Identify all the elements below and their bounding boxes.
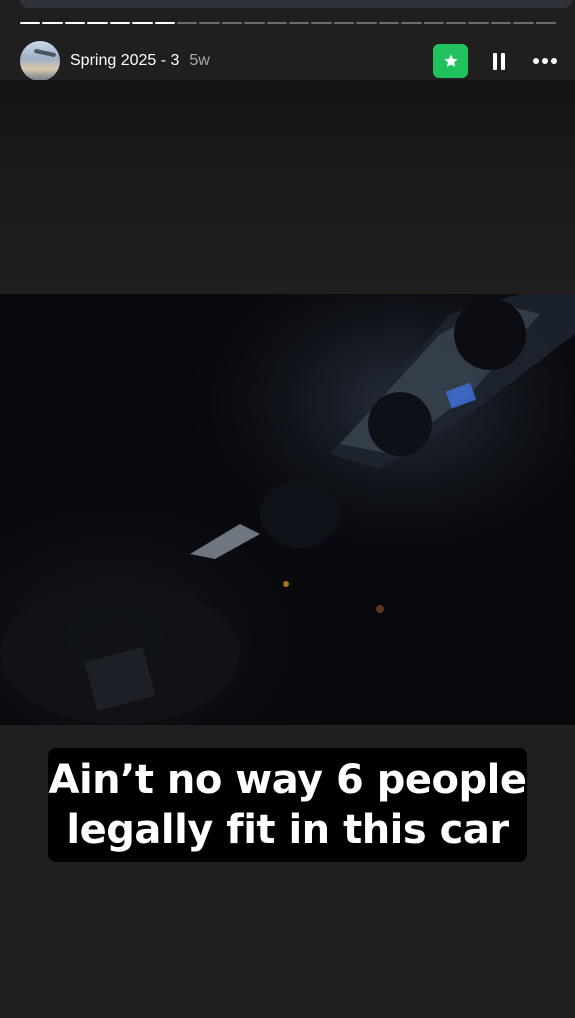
progress-segment	[154, 22, 175, 24]
progress-segment	[176, 22, 198, 24]
progress-segment	[221, 22, 243, 24]
more-dot	[551, 58, 557, 64]
progress-segment	[20, 22, 41, 24]
progress-segment	[513, 22, 534, 24]
progress-segment	[109, 22, 131, 24]
favorite-button[interactable]	[433, 44, 468, 78]
progress-segment	[132, 22, 153, 24]
story-progress-bar	[20, 22, 557, 25]
story-background-top	[0, 80, 575, 294]
progress-segment	[333, 22, 355, 24]
progress-segment	[535, 22, 557, 24]
caption-line-2: legally fit in this car	[66, 807, 509, 853]
progress-segment	[42, 22, 63, 24]
star-icon	[443, 54, 458, 67]
progress-segment	[423, 22, 445, 24]
more-dot	[533, 58, 539, 64]
progress-segment	[446, 22, 467, 24]
progress-segment	[378, 22, 400, 24]
caption-line-1: Ain’t no way 6 people	[48, 757, 527, 803]
story-title[interactable]: Spring 2025 - 3	[70, 52, 179, 70]
airplane-wing-thumbnail	[33, 48, 57, 58]
story-photo	[0, 294, 575, 725]
avatar[interactable]	[20, 41, 60, 81]
more-dot	[542, 58, 548, 64]
story-header: Spring 2025 - 3 5w	[20, 41, 557, 81]
caption-text: Ain’t no way 6 people legally fit in thi…	[49, 755, 527, 855]
progress-segment	[311, 22, 332, 24]
progress-segment	[356, 22, 377, 24]
progress-segment	[266, 22, 288, 24]
caption-box: Ain’t no way 6 people legally fit in thi…	[48, 748, 527, 862]
story-age: 5w	[189, 52, 210, 69]
pause-button[interactable]	[484, 46, 514, 76]
progress-segment	[289, 22, 310, 24]
progress-segment	[490, 22, 512, 24]
progress-segment	[401, 22, 422, 24]
progress-segment	[199, 22, 220, 24]
pause-icon-bar-left	[493, 52, 497, 70]
dark-car-interior-image	[0, 294, 575, 725]
more-options-button[interactable]	[530, 46, 560, 76]
progress-segment	[244, 22, 265, 24]
previous-story-edge	[20, 0, 572, 8]
progress-segment	[64, 22, 86, 24]
pause-icon-bar-right	[501, 52, 505, 70]
progress-segment	[87, 22, 108, 24]
progress-segment	[468, 22, 489, 24]
